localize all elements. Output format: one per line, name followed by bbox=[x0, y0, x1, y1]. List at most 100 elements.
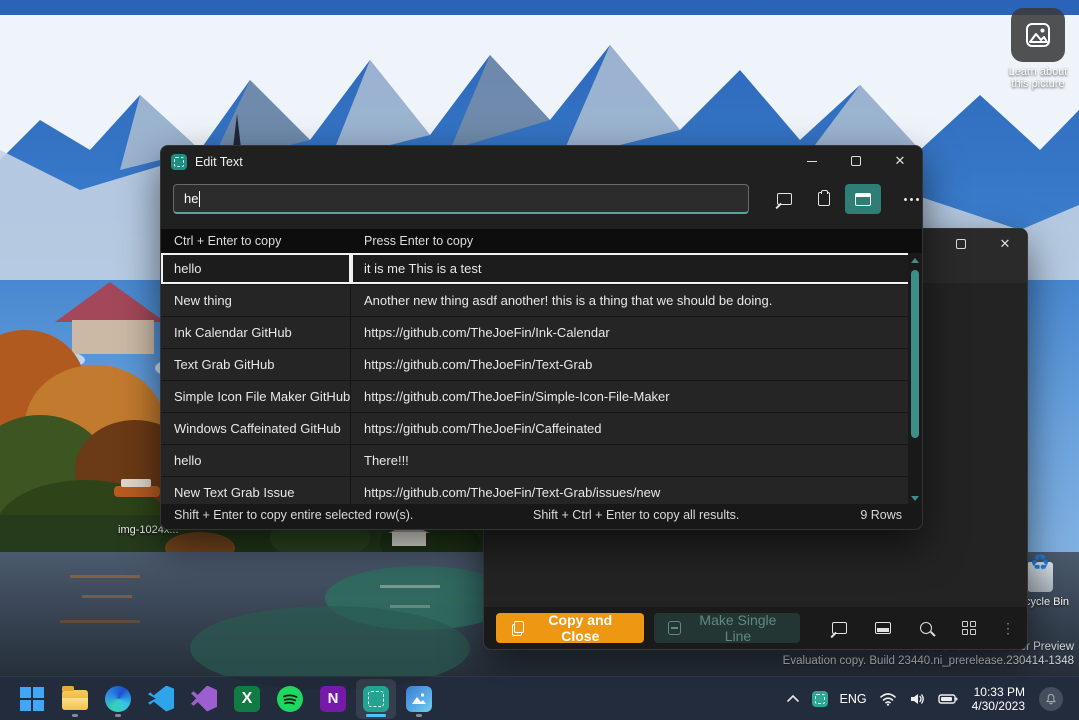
table-row[interactable]: New thing Another new thing asdf another… bbox=[161, 285, 922, 317]
row-value-cell[interactable]: it is me This is a test bbox=[351, 253, 922, 284]
tray-chevron-up-icon[interactable] bbox=[780, 679, 806, 719]
text-caret bbox=[199, 191, 200, 207]
text-grab-app-icon bbox=[171, 154, 187, 170]
file-explorer-icon bbox=[62, 690, 88, 710]
search-icon[interactable] bbox=[913, 613, 940, 643]
onenote-icon bbox=[320, 686, 346, 712]
taskbar-visual-studio[interactable] bbox=[184, 679, 224, 719]
volume-icon[interactable] bbox=[903, 679, 932, 719]
main-window-bottom-bar: Copy and Close Make Single Line ⋮ bbox=[484, 607, 1027, 649]
tray-date: 4/30/2023 bbox=[972, 699, 1025, 713]
more-options-icon[interactable] bbox=[895, 184, 927, 214]
tray-time: 10:33 PM bbox=[972, 685, 1025, 699]
row-value-cell[interactable]: https://github.com/TheJoeFin/Simple-Icon… bbox=[351, 381, 922, 412]
row-key-cell[interactable]: Ink Calendar GitHub bbox=[161, 317, 351, 348]
maximize-button[interactable] bbox=[939, 229, 983, 259]
footer-hint-left: Shift + Enter to copy entire selected ro… bbox=[174, 508, 413, 522]
taskbar-text-grab[interactable] bbox=[356, 679, 396, 719]
table-view-toggle[interactable] bbox=[845, 184, 881, 214]
table-row[interactable]: New Text Grab Issue https://github.com/T… bbox=[161, 477, 922, 506]
watermark-line2: Evaluation copy. Build 23440.ni_prerelea… bbox=[783, 654, 1074, 668]
learn-about-picture-icon[interactable]: Learn about this picture bbox=[1000, 8, 1076, 90]
clock[interactable]: 10:33 PM 4/30/2023 bbox=[964, 685, 1033, 713]
scrollbar-thumb[interactable] bbox=[911, 270, 919, 438]
row-value-cell[interactable]: https://github.com/TheJoeFin/Text-Grab/i… bbox=[351, 477, 922, 506]
row-value-cell[interactable]: https://github.com/TheJoeFin/Caffeinated bbox=[351, 413, 922, 444]
row-key-cell[interactable]: Simple Icon File Maker GitHub bbox=[161, 381, 351, 412]
footer-hint-center: Shift + Ctrl + Enter to copy all results… bbox=[533, 508, 739, 522]
window-title: Edit Text bbox=[195, 155, 243, 169]
edit-window-icon[interactable] bbox=[768, 184, 800, 214]
photos-icon bbox=[406, 686, 432, 712]
vscode-icon bbox=[148, 686, 174, 712]
scroll-down-icon[interactable] bbox=[911, 496, 919, 501]
taskbar-vscode[interactable] bbox=[141, 679, 181, 719]
recycle-bin-glyph: ♻ bbox=[1023, 552, 1057, 594]
row-value-cell[interactable]: Another new thing asdf another! this is … bbox=[351, 285, 922, 316]
grid-icon[interactable] bbox=[956, 613, 983, 643]
battery-icon[interactable] bbox=[932, 679, 964, 719]
results-table: hello it is me This is a test New thing … bbox=[161, 253, 922, 506]
taskbar-file-explorer[interactable] bbox=[55, 679, 95, 719]
column-header-key[interactable]: Ctrl + Enter to copy bbox=[161, 234, 351, 248]
row-key-cell[interactable]: hello bbox=[161, 253, 351, 284]
row-value-cell[interactable]: https://github.com/TheJoeFin/Text-Grab bbox=[351, 349, 922, 380]
wifi-icon[interactable] bbox=[873, 679, 903, 719]
make-single-line-label: Make Single Line bbox=[690, 612, 786, 644]
paste-icon[interactable] bbox=[808, 184, 840, 214]
taskbar: ENG 10:33 PM 4/30/2023 bbox=[0, 676, 1079, 720]
close-button[interactable]: ✕ bbox=[983, 229, 1027, 259]
learn-about-label-line1: Learn about bbox=[1000, 66, 1076, 78]
taskbar-photos[interactable] bbox=[399, 679, 439, 719]
table-row[interactable]: Simple Icon File Maker GitHub https://gi… bbox=[161, 381, 922, 413]
notification-bell-badge bbox=[1039, 687, 1063, 711]
single-line-icon bbox=[668, 621, 681, 635]
column-header-value[interactable]: Press Enter to copy bbox=[351, 234, 473, 248]
taskbar-excel[interactable] bbox=[227, 679, 267, 719]
visual-studio-icon bbox=[191, 686, 217, 712]
taskbar-spotify[interactable] bbox=[270, 679, 310, 719]
table-row[interactable]: hello it is me This is a test bbox=[161, 253, 922, 285]
row-value-cell[interactable]: There!!! bbox=[351, 445, 922, 476]
picture-tile-icon bbox=[1011, 8, 1065, 62]
table-row[interactable]: Ink Calendar GitHub https://github.com/T… bbox=[161, 317, 922, 349]
table-row[interactable]: hello There!!! bbox=[161, 445, 922, 477]
copy-and-close-label: Copy and Close bbox=[533, 612, 628, 644]
row-count: 9 Rows bbox=[860, 508, 902, 522]
search-value: he bbox=[184, 191, 198, 206]
row-key-cell[interactable]: hello bbox=[161, 445, 351, 476]
desktop: Learn about this picture img-1024x... ♻ … bbox=[0, 0, 1079, 720]
row-key-cell[interactable]: New thing bbox=[161, 285, 351, 316]
scroll-up-icon[interactable] bbox=[911, 258, 919, 263]
table-row[interactable]: Windows Caffeinated GitHub https://githu… bbox=[161, 413, 922, 445]
row-key-cell[interactable]: Text Grab GitHub bbox=[161, 349, 351, 380]
taskbar-edge[interactable] bbox=[98, 679, 138, 719]
start-button[interactable] bbox=[12, 679, 52, 719]
taskbar-apps bbox=[0, 679, 439, 719]
notification-area[interactable] bbox=[1033, 679, 1069, 719]
row-key-cell[interactable]: New Text Grab Issue bbox=[161, 477, 351, 506]
close-button[interactable]: ✕ bbox=[878, 146, 922, 176]
text-grab-icon bbox=[363, 686, 389, 712]
search-input[interactable]: he bbox=[173, 184, 749, 214]
row-value-cell[interactable]: https://github.com/TheJoeFin/Ink-Calenda… bbox=[351, 317, 922, 348]
bottom-bar-icon[interactable] bbox=[869, 613, 896, 643]
spotify-icon bbox=[277, 686, 303, 712]
edit-save-icon[interactable] bbox=[826, 613, 853, 643]
more-options-partial-icon[interactable]: ⋮ bbox=[1001, 620, 1015, 637]
excel-icon bbox=[234, 686, 260, 712]
table-scrollbar[interactable] bbox=[908, 253, 922, 506]
copy-icon bbox=[512, 621, 524, 636]
language-indicator[interactable]: ENG bbox=[834, 679, 873, 719]
edit-text-window: Edit Text ✕ he Ctrl + Enter to copy Pres… bbox=[160, 145, 923, 530]
windows-logo-icon bbox=[19, 686, 45, 712]
make-single-line-button[interactable]: Make Single Line bbox=[654, 613, 800, 643]
edit-text-titlebar[interactable]: Edit Text ✕ bbox=[161, 146, 922, 178]
minimize-button[interactable] bbox=[790, 146, 834, 176]
table-row[interactable]: Text Grab GitHub https://github.com/TheJ… bbox=[161, 349, 922, 381]
row-key-cell[interactable]: Windows Caffeinated GitHub bbox=[161, 413, 351, 444]
maximize-button[interactable] bbox=[834, 146, 878, 176]
taskbar-onenote[interactable] bbox=[313, 679, 353, 719]
copy-and-close-button[interactable]: Copy and Close bbox=[496, 613, 644, 643]
tray-text-grab-icon[interactable] bbox=[806, 679, 834, 719]
